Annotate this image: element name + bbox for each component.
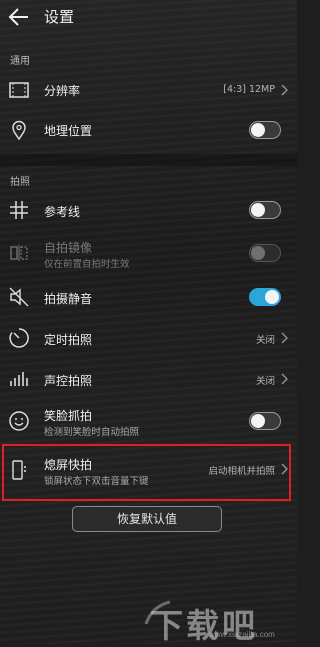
- toggle-knob: [251, 246, 265, 260]
- timer-row[interactable]: 定时拍照 关闭: [0, 319, 297, 357]
- smile-row[interactable]: 笑脸抓拍 检测到笑脸时自动拍照: [0, 401, 297, 441]
- chevron-right-icon: [280, 84, 288, 96]
- grid-icon: [8, 199, 30, 221]
- timer-value: 关闭: [255, 335, 275, 346]
- location-toggle[interactable]: [249, 121, 281, 139]
- location-label: 地理位置: [44, 124, 93, 138]
- timer-icon: [8, 327, 30, 349]
- location-pin-icon: [8, 119, 30, 141]
- toggle-knob: [251, 203, 265, 217]
- mirror-label: 自拍镜像: [44, 241, 93, 255]
- smile-sub: 检测到笑脸时自动拍照: [44, 427, 140, 438]
- voice-label: 声控拍照: [44, 374, 93, 388]
- snapshot-sub: 锁屏状态下双击音量下键: [44, 476, 149, 487]
- back-arrow-icon[interactable]: [8, 7, 30, 27]
- watermark-text: 下载吧: [150, 607, 258, 644]
- chevron-right-icon: [280, 332, 288, 344]
- snapshot-row[interactable]: 熄屏快拍 锁屏状态下双击音量下键 启动相机并拍照: [0, 447, 297, 499]
- mirror-sub: 仅在前置自拍时生效: [44, 259, 130, 270]
- section-label-photo: 拍照: [10, 177, 30, 188]
- smile-face-icon: [8, 410, 30, 432]
- toggle-knob: [251, 414, 265, 428]
- resolution-icon: [8, 79, 30, 101]
- mute-label: 拍摄静音: [44, 292, 93, 306]
- snapshot-value: 启动相机并拍照: [208, 466, 275, 477]
- section-label-general: 通用: [10, 56, 30, 67]
- chevron-right-icon: [280, 463, 288, 475]
- snapshot-label: 熄屏快拍: [44, 458, 93, 472]
- grid-label: 参考线: [44, 205, 81, 219]
- speaker-mute-icon: [8, 286, 30, 308]
- watermark-url: www.xiazaiba.com: [209, 630, 275, 639]
- chevron-right-icon: [280, 373, 288, 385]
- voice-row[interactable]: 声控拍照 关闭: [0, 360, 297, 398]
- resolution-label: 分辨率: [44, 84, 81, 98]
- grid-toggle[interactable]: [249, 201, 281, 219]
- header: 设置: [0, 0, 297, 38]
- resolution-value: [4:3] 12MP: [223, 84, 275, 95]
- section-divider: [0, 154, 297, 166]
- mute-row[interactable]: 拍摄静音: [0, 278, 297, 316]
- smile-toggle[interactable]: [249, 412, 281, 430]
- timer-label: 定时拍照: [44, 333, 93, 347]
- mirror-icon: [8, 242, 30, 264]
- toggle-knob: [265, 290, 279, 304]
- phone-snapshot-icon: [8, 459, 30, 481]
- toggle-knob: [251, 123, 265, 137]
- mute-toggle[interactable]: [249, 288, 281, 306]
- reset-defaults-button[interactable]: 恢复默认值: [72, 506, 222, 532]
- voice-value: 关闭: [255, 376, 275, 387]
- grid-row[interactable]: 参考线: [0, 191, 297, 229]
- location-row[interactable]: 地理位置: [0, 110, 297, 150]
- page-title: 设置: [44, 8, 75, 26]
- resolution-row[interactable]: 分辨率 [4:3] 12MP: [0, 70, 297, 110]
- mirror-toggle: [249, 244, 281, 262]
- smile-label: 笑脸抓拍: [44, 409, 93, 423]
- mirror-row: 自拍镜像 仅在前置自拍时生效: [0, 233, 297, 273]
- sound-bars-icon: [8, 368, 30, 390]
